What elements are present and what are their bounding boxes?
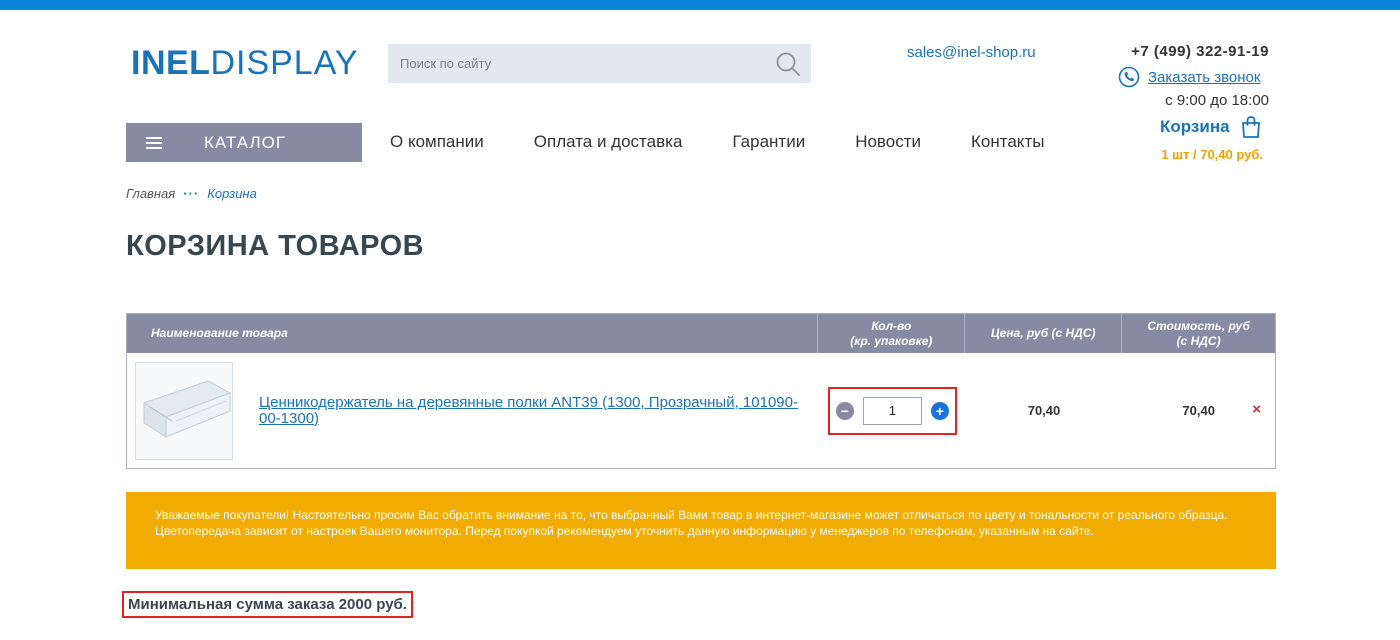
minimum-order-notice: Минимальная сумма заказа 2000 руб. — [122, 591, 413, 618]
hamburger-icon — [146, 136, 162, 149]
search-input[interactable] — [388, 44, 748, 83]
shopping-bag-icon — [1241, 116, 1260, 138]
cart-table: Наименование товара Кол-во (кр. упаковке)… — [126, 313, 1276, 469]
header-qty-line1: Кол-во — [871, 318, 912, 333]
quantity-input[interactable] — [862, 396, 922, 425]
working-hours: с 9:00 до 18:00 — [1165, 92, 1269, 109]
search-icon[interactable] — [775, 51, 801, 77]
header-name: Наименование товара — [127, 314, 819, 353]
product-link[interactable]: Ценникодержатель на деревянные полки ANT… — [259, 394, 819, 427]
cell-product: Ценникодержатель на деревянные полки ANT… — [127, 353, 819, 468]
callback-block: Заказать звонок — [1118, 66, 1260, 88]
breadcrumb-current: Корзина — [207, 186, 257, 201]
site-logo[interactable]: INEL DISPLAY — [131, 44, 359, 84]
page-title: КОРЗИНА ТОВАРОВ — [126, 230, 425, 262]
catalog-button[interactable]: КАТАЛОГ — [126, 123, 362, 162]
header-qty-line2: (кр. упаковке) — [850, 333, 933, 348]
catalog-label: КАТАЛОГ — [204, 132, 287, 152]
top-accent-bar — [0, 0, 1400, 10]
header-price: Цена, руб (с НДС) — [965, 314, 1123, 353]
header-cost-line1: Стоимость, руб — [1147, 318, 1250, 333]
remove-item-button[interactable]: × — [1252, 401, 1261, 418]
breadcrumb: Главная ··· Корзина — [126, 186, 257, 201]
logo-part-2: DISPLAY — [210, 44, 359, 82]
search-bar — [388, 44, 811, 83]
cell-price: 70,40 — [1027, 403, 1061, 418]
header-cost-line2: (с НДС) — [1176, 333, 1221, 348]
product-image — [136, 362, 232, 459]
qty-decrease-button[interactable]: − — [835, 401, 854, 420]
product-thumbnail[interactable] — [135, 361, 233, 460]
breadcrumb-separator: ··· — [183, 186, 200, 201]
color-notice: Уважаемые покупатели! Настоятельно проси… — [126, 492, 1276, 569]
callback-link[interactable]: Заказать звонок — [1148, 69, 1260, 86]
cart-summary: 1 шт / 70,40 руб. — [1161, 147, 1263, 162]
nav-item-news[interactable]: Новости — [855, 132, 921, 152]
qty-increase-button[interactable]: + — [930, 401, 949, 420]
quantity-stepper: − + — [827, 386, 957, 435]
main-nav: О компании Оплата и доставка Гарантии Но… — [390, 132, 1094, 152]
header-qty: Кол-во (кр. упаковке) — [818, 314, 966, 353]
cell-qty: − + — [819, 353, 966, 468]
breadcrumb-home[interactable]: Главная — [126, 186, 175, 201]
cart-label: Корзина — [1160, 117, 1230, 136]
nav-item-payment-delivery[interactable]: Оплата и доставка — [534, 132, 683, 152]
table-header: Наименование товара Кол-во (кр. упаковке)… — [127, 314, 1275, 353]
phone-icon — [1118, 66, 1140, 88]
phone-number: +7 (499) 322-91-19 — [1131, 43, 1269, 60]
email-link[interactable]: sales@inel-shop.ru — [907, 44, 1036, 61]
nav-item-about[interactable]: О компании — [390, 132, 484, 152]
table-row: Ценникодержатель на деревянные полки ANT… — [127, 353, 1275, 468]
header-cost: Стоимость, руб (с НДС) — [1122, 314, 1275, 353]
logo-part-1: INEL — [131, 44, 211, 82]
cart-link[interactable]: Корзина — [1160, 115, 1262, 139]
nav-item-contacts[interactable]: Контакты — [971, 132, 1044, 152]
nav-item-guarantees[interactable]: Гарантии — [732, 132, 805, 152]
